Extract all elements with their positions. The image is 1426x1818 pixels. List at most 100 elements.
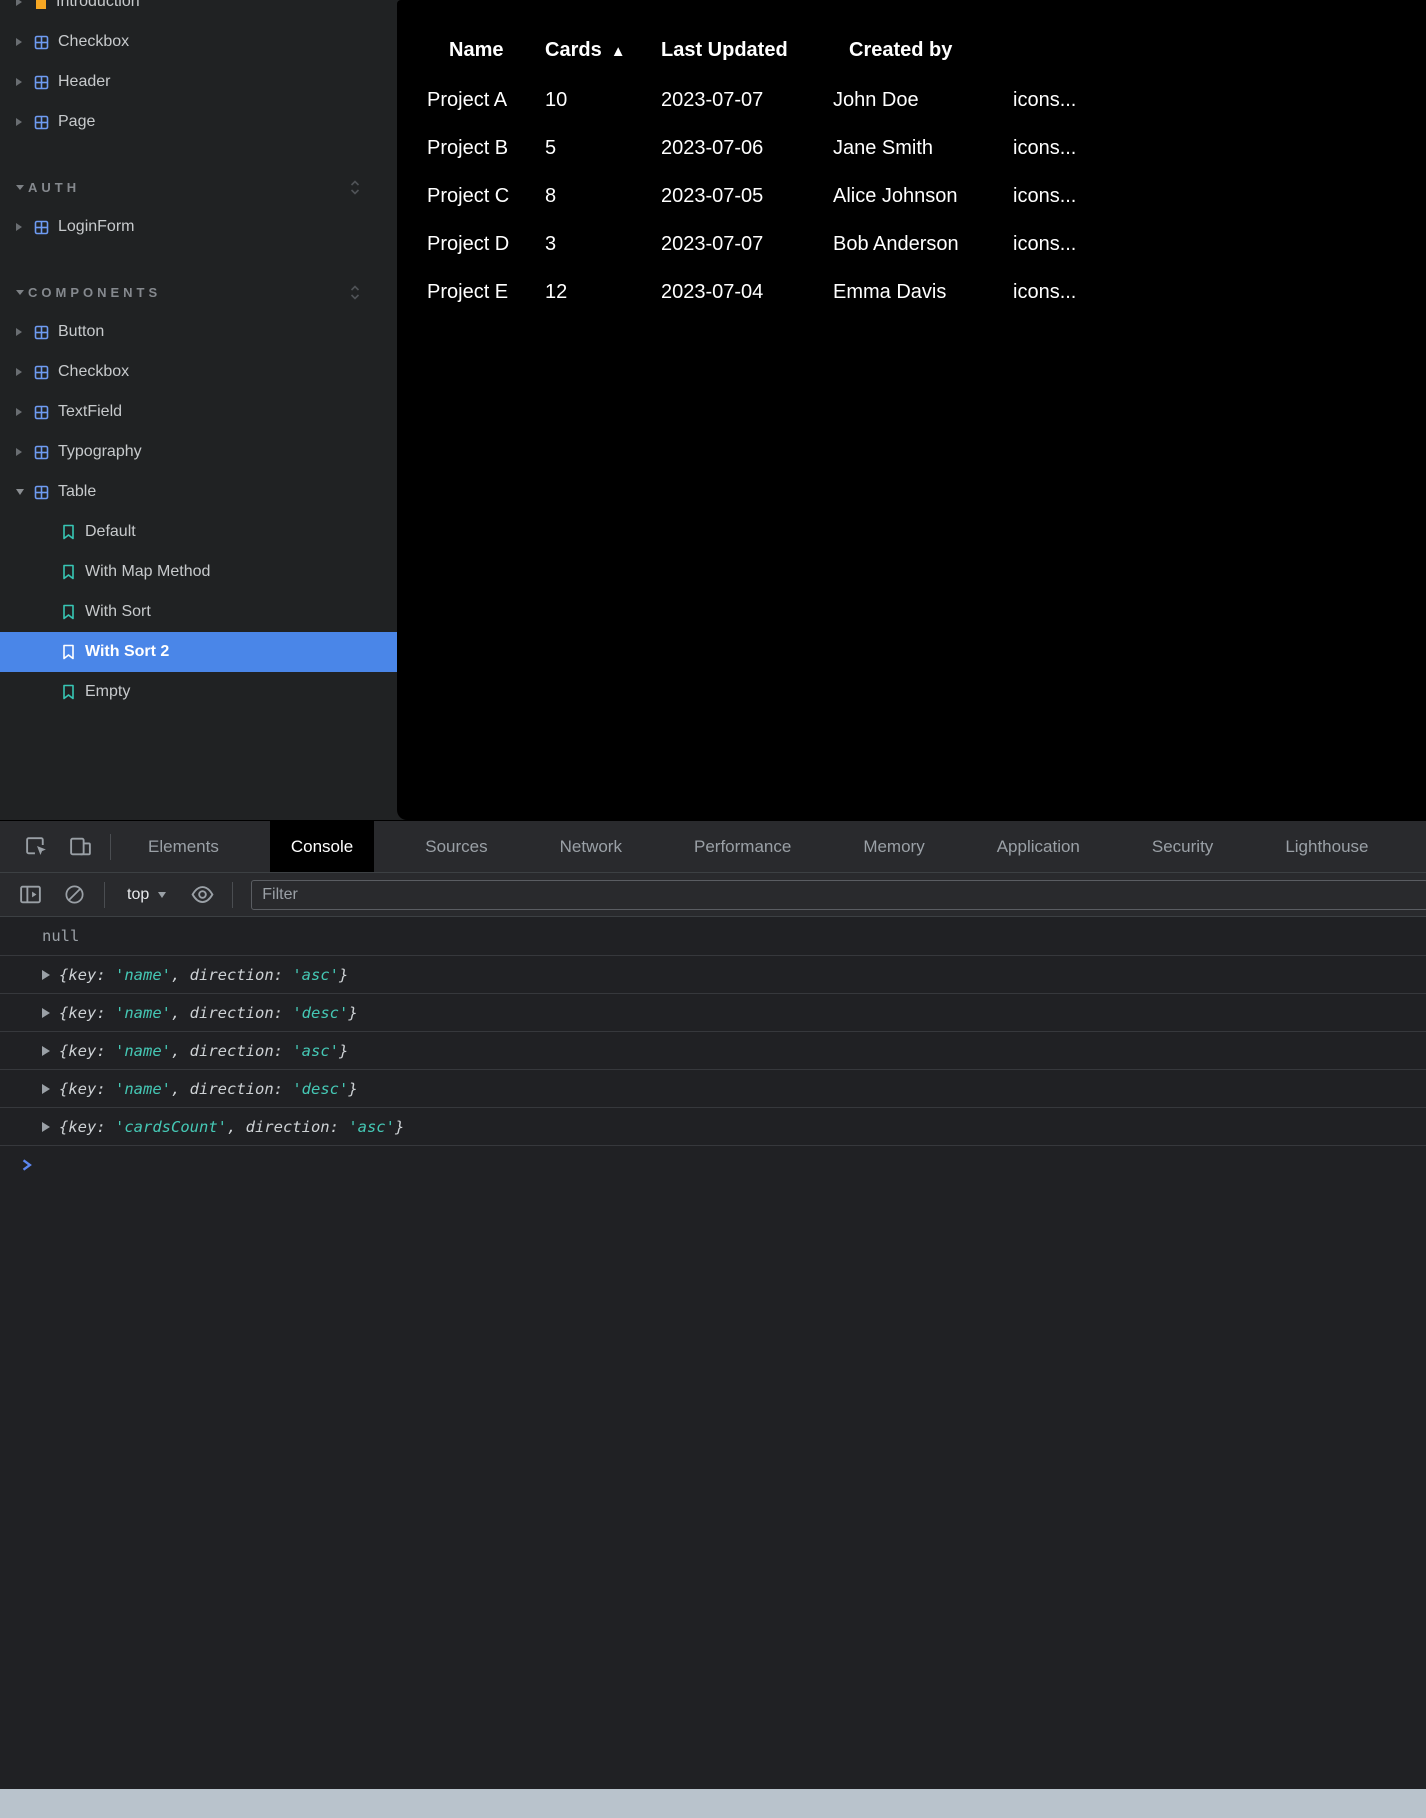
object-punctuation: } — [348, 1080, 357, 1098]
sidebar-item-introduction[interactable]: Introduction — [0, 0, 397, 22]
preview-table: Name Cards▲ Last Updated Created by Proj… — [427, 26, 1426, 316]
section-label: COMPONENTS — [28, 285, 161, 300]
sidebar-story-with-sort[interactable]: With Sort — [0, 592, 397, 632]
object-punctuation: {key: — [59, 966, 115, 984]
sidebar-item-label: Button — [58, 323, 104, 341]
console-sidebar-toggle-icon[interactable] — [8, 875, 52, 915]
expander-caret-icon[interactable] — [16, 368, 34, 376]
table-header-cards-label: Cards — [545, 39, 602, 61]
console-prompt[interactable] — [0, 1145, 1426, 1183]
expander-caret-icon[interactable] — [16, 0, 34, 6]
section-header-auth[interactable]: AUTH — [0, 167, 397, 207]
clear-console-icon[interactable] — [52, 875, 96, 915]
sidebar-item-checkbox[interactable]: Checkbox — [0, 22, 397, 62]
sidebar-item-header[interactable]: Header — [0, 62, 397, 102]
console-log-entry[interactable]: {key: 'cardsCount', direction: 'asc'} — [0, 1107, 1426, 1145]
sidebar-item-checkbox-2[interactable]: Checkbox — [0, 352, 397, 392]
expander-caret-icon[interactable] — [16, 38, 34, 46]
tab-memory[interactable]: Memory — [842, 821, 945, 872]
table-cell-actions[interactable]: icons... — [1013, 220, 1426, 268]
sidebar-story-with-map-method[interactable]: With Map Method — [0, 552, 397, 592]
table-cell-name: Project B — [427, 124, 545, 172]
tab-lighthouse[interactable]: Lighthouse — [1264, 821, 1389, 872]
console-log-entry[interactable]: {key: 'name', direction: 'desc'} — [0, 1069, 1426, 1107]
live-expression-eye-icon[interactable] — [180, 875, 224, 915]
console-log-null[interactable]: null — [0, 917, 1426, 955]
table-cell-name: Project E — [427, 268, 545, 316]
console-log-entry[interactable]: {key: 'name', direction: 'desc'} — [0, 993, 1426, 1031]
sidebar-item-loginform[interactable]: LoginForm — [0, 207, 397, 247]
object-preview: {key: 'name', direction: 'asc'} — [59, 966, 348, 984]
console-log-entry[interactable]: {key: 'name', direction: 'asc'} — [0, 1031, 1426, 1069]
sidebar-item-typography[interactable]: Typography — [0, 432, 397, 472]
tab-performance[interactable]: Performance — [673, 821, 812, 872]
expander-caret-icon[interactable] — [16, 489, 34, 495]
tab-elements[interactable]: Elements — [127, 821, 240, 872]
toolbar-divider — [104, 882, 105, 908]
sidebar-story-empty[interactable]: Empty — [0, 672, 397, 712]
bookmark-icon — [62, 684, 75, 700]
sidebar-item-label: TextField — [58, 403, 122, 421]
section-header-components[interactable]: COMPONENTS — [0, 272, 397, 312]
object-punctuation: , direction: — [227, 1118, 348, 1136]
collapse-expand-icon[interactable] — [349, 283, 361, 302]
table-cell-creator: Bob Anderson — [833, 220, 1013, 268]
sidebar-item-button[interactable]: Button — [0, 312, 397, 352]
chevron-down-icon — [158, 892, 166, 898]
sidebar-story-with-sort-2-selected[interactable]: With Sort 2 — [0, 632, 397, 672]
expander-caret-icon[interactable] — [16, 328, 34, 336]
object-string-value: 'name' — [115, 1004, 171, 1022]
sidebar-item-table[interactable]: Table — [0, 472, 397, 512]
expand-arrow-icon[interactable] — [42, 1084, 50, 1094]
console-log-entry[interactable]: {key: 'name', direction: 'asc'} — [0, 955, 1426, 993]
table-cell-actions[interactable]: icons... — [1013, 268, 1426, 316]
device-toolbar-icon[interactable] — [58, 827, 102, 867]
object-punctuation: {key: — [59, 1042, 115, 1060]
sidebar-item-label: LoginForm — [58, 218, 134, 236]
expand-arrow-icon[interactable] — [42, 970, 50, 980]
tab-network[interactable]: Network — [539, 821, 643, 872]
table-header-cards[interactable]: Cards▲ — [545, 26, 661, 76]
table-cell-creator: John Doe — [833, 76, 1013, 124]
sidebar-item-textfield[interactable]: TextField — [0, 392, 397, 432]
expand-arrow-icon[interactable] — [42, 1122, 50, 1132]
tab-console[interactable]: Console — [270, 821, 374, 872]
collapse-expand-icon[interactable] — [349, 178, 361, 197]
expander-caret-icon[interactable] — [16, 408, 34, 416]
expander-caret-icon[interactable] — [16, 223, 34, 231]
sidebar-item-label: With Sort — [85, 603, 151, 621]
component-grid-icon — [34, 220, 49, 235]
console-filter-input[interactable] — [251, 880, 1426, 910]
console-toolbar: top — [0, 873, 1426, 917]
expand-arrow-icon[interactable] — [42, 1046, 50, 1056]
object-preview: {key: 'name', direction: 'desc'} — [59, 1080, 358, 1098]
expand-arrow-icon[interactable] — [42, 1008, 50, 1018]
sidebar-story-default[interactable]: Default — [0, 512, 397, 552]
component-grid-icon — [34, 445, 49, 460]
expander-caret-icon[interactable] — [16, 448, 34, 456]
object-punctuation: } — [339, 1042, 348, 1060]
table-cell-actions[interactable]: icons... — [1013, 124, 1426, 172]
sidebar-item-page[interactable]: Page — [0, 102, 397, 142]
table-header-last-updated[interactable]: Last Updated — [661, 26, 833, 76]
inspect-element-icon[interactable] — [14, 827, 58, 867]
table-cell-actions[interactable]: icons... — [1013, 76, 1426, 124]
storybook-window: Introduction Checkbox Header Page A — [0, 0, 1426, 820]
tab-application[interactable]: Application — [976, 821, 1101, 872]
table-cell-actions[interactable]: icons... — [1013, 172, 1426, 220]
sidebar-item-label: With Sort 2 — [85, 643, 169, 661]
table-header-name[interactable]: Name — [427, 26, 545, 76]
frame-context-selector[interactable]: top — [113, 886, 180, 904]
object-punctuation: } — [348, 1004, 357, 1022]
table-header-created-by[interactable]: Created by — [833, 26, 1013, 76]
object-string-value: 'name' — [115, 966, 171, 984]
tab-sources[interactable]: Sources — [404, 821, 508, 872]
sidebar-item-label: Typography — [58, 443, 142, 461]
expander-caret-icon[interactable] — [16, 118, 34, 126]
sidebar-item-label: Header — [58, 73, 110, 91]
devtools-panel: Elements Console Sources Network Perform… — [0, 820, 1426, 1788]
tab-security[interactable]: Security — [1131, 821, 1234, 872]
table-cell-cards: 8 — [545, 172, 661, 220]
expander-caret-icon[interactable] — [16, 78, 34, 86]
bookmark-icon — [62, 604, 75, 620]
